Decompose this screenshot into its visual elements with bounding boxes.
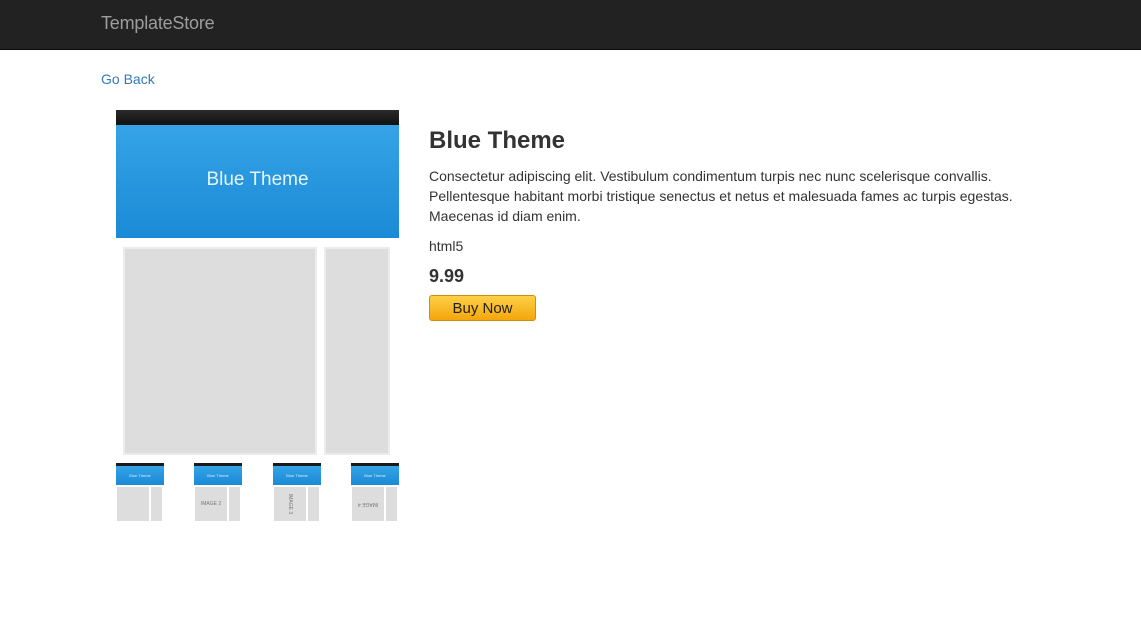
thumbnail-3[interactable]: Blue Theme IMAGE 3: [273, 463, 321, 522]
thumbnail-4[interactable]: Blue Theme IMAGE 4: [351, 463, 399, 522]
preview-sidebar-block: [324, 247, 390, 455]
go-back-link[interactable]: Go Back: [101, 71, 155, 87]
preview-hero-text: Blue Theme: [206, 169, 309, 190]
thumbnail-image-label: IMAGE 2: [200, 501, 222, 507]
product-description: Consectetur adipiscing elit. Vestibulum …: [429, 168, 1013, 224]
brand-link[interactable]: TemplateStore: [101, 13, 215, 34]
thumbnail-hero-text: Blue Theme: [364, 473, 386, 478]
preview-topbar: [116, 110, 399, 125]
theme-preview-image: Blue Theme: [116, 110, 399, 455]
product-tag: html5: [429, 238, 464, 254]
preview-content-block: [123, 247, 317, 455]
thumbnail-hero-text: Blue Theme: [207, 473, 229, 478]
navbar: TemplateStore: [0, 0, 1141, 50]
thumbnail-hero-text: Blue Theme: [129, 473, 151, 478]
product-title: Blue Theme: [429, 127, 566, 154]
preview-hero: Blue Theme: [116, 125, 399, 238]
thumbnail-image-label: IMAGE 4: [357, 501, 379, 507]
product-price: 9.99: [429, 266, 465, 286]
thumbnail-hero-text: Blue Theme: [286, 473, 308, 478]
thumbnail-2[interactable]: Blue Theme IMAGE 2: [194, 463, 242, 522]
thumbnail-image-label: IMAGE 3: [286, 493, 293, 515]
buy-now-button[interactable]: Buy Now: [429, 295, 536, 321]
thumbnail-1[interactable]: Blue Theme: [116, 463, 164, 522]
